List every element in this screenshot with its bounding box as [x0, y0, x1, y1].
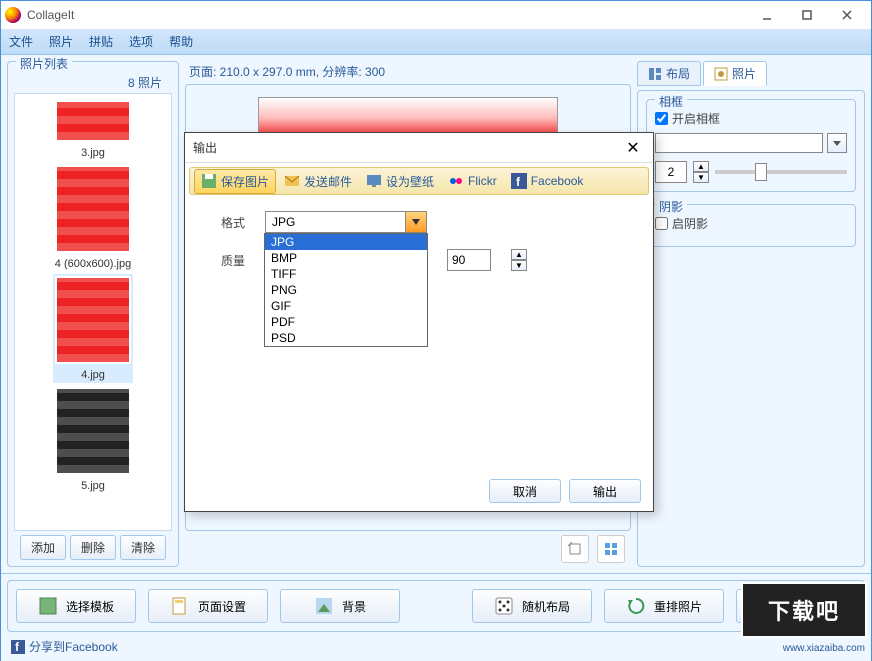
format-option[interactable]: GIF — [265, 298, 427, 314]
menu-help[interactable]: 帮助 — [169, 33, 193, 50]
format-value: JPG — [272, 215, 295, 229]
shadow-checkbox[interactable] — [655, 217, 668, 230]
photo-count: 8 照片 — [14, 72, 172, 93]
format-label: 格式 — [205, 214, 245, 231]
page-setup-button[interactable]: 页面设置 — [148, 589, 268, 623]
dice-icon — [494, 596, 514, 616]
app-icon — [5, 7, 21, 23]
thumbnail-image — [55, 100, 131, 142]
refresh-icon — [626, 596, 646, 616]
quality-input[interactable] — [447, 249, 491, 271]
dlg-tab-save[interactable]: 保存图片 — [194, 169, 276, 194]
photo-list-title: 照片列表 — [16, 55, 72, 72]
format-dropdown: JPG BMP TIFF PNG GIF PDF PSD — [264, 233, 428, 347]
layout-icon — [648, 67, 662, 81]
dlg-tab-wallpaper[interactable]: 设为壁纸 — [360, 170, 440, 193]
shadow-group: 阴影 启阴影 — [646, 204, 856, 247]
facebook-icon: f — [11, 640, 25, 654]
list-item[interactable]: 4.jpg — [53, 274, 133, 383]
thumbnail-label: 4.jpg — [55, 369, 131, 381]
list-item[interactable]: 4 (600x600).jpg — [53, 163, 133, 272]
tab-layout[interactable]: 布局 — [637, 61, 701, 86]
menu-photo[interactable]: 照片 — [49, 33, 73, 50]
thumbnail-image — [55, 387, 131, 475]
bg-icon — [314, 596, 334, 616]
facebook-icon: f — [511, 173, 527, 189]
thumbnail-label: 5.jpg — [55, 480, 131, 492]
format-combo[interactable]: JPG JPG BMP TIFF PNG GIF PDF PSD — [265, 211, 427, 233]
share-facebook-link[interactable]: f 分享到Facebook — [7, 638, 865, 655]
dlg-tab-flickr[interactable]: Flickr — [442, 170, 503, 192]
thumbnail-list: 3.jpg 4 (600x600).jpg 4.jpg 5.jpg — [14, 93, 172, 531]
dialog-close-button[interactable]: ✕ — [621, 136, 645, 160]
tab-layout-label: 布局 — [666, 65, 690, 82]
mail-icon — [284, 173, 300, 189]
maximize-button[interactable] — [787, 3, 827, 27]
thumbnail-label: 4 (600x600).jpg — [55, 258, 131, 270]
color-dropdown-button[interactable] — [827, 133, 847, 153]
photo-icon — [714, 67, 728, 81]
page-info: 页面: 210.0 x 297.0 mm, 分辨率: 300 — [185, 61, 631, 84]
monitor-icon — [366, 173, 382, 189]
ok-button[interactable]: 输出 — [569, 479, 641, 503]
template-icon — [38, 596, 58, 616]
chevron-down-icon[interactable] — [405, 211, 427, 233]
photo-list-panel: 照片列表 8 照片 3.jpg 4 (600x600).jpg 4.jpg 5.… — [7, 61, 179, 567]
delete-button[interactable]: 删除 — [70, 535, 116, 560]
menubar: 文件 照片 拼贴 选项 帮助 — [1, 29, 871, 55]
grid-icon[interactable] — [597, 535, 625, 563]
tab-photo-label: 照片 — [732, 65, 756, 82]
shadow-checkbox-label: 启阴影 — [672, 215, 708, 232]
quality-spin-up[interactable]: ▲ — [511, 249, 527, 260]
format-option[interactable]: PNG — [265, 282, 427, 298]
shadow-title: 阴影 — [655, 198, 687, 215]
save-icon — [201, 173, 217, 189]
frame-color[interactable] — [655, 133, 823, 153]
thumbnail-image — [55, 276, 131, 364]
background-button[interactable]: 背景 — [280, 589, 400, 623]
spin-up[interactable]: ▲ — [693, 161, 709, 172]
frame-group: 相框 开启相框 ▲▼ — [646, 99, 856, 192]
list-item[interactable]: 3.jpg — [53, 98, 133, 161]
cancel-button[interactable]: 取消 — [489, 479, 561, 503]
frame-title: 相框 — [655, 93, 687, 110]
flickr-icon — [448, 173, 464, 189]
spin-down[interactable]: ▼ — [693, 172, 709, 183]
dialog-title: 输出 — [193, 139, 621, 156]
close-button[interactable] — [827, 3, 867, 27]
frame-checkbox[interactable] — [655, 112, 668, 125]
random-layout-button[interactable]: 随机布局 — [472, 589, 592, 623]
menu-file[interactable]: 文件 — [9, 33, 33, 50]
frame-width-input[interactable] — [655, 161, 687, 183]
quality-label: 质量 — [205, 252, 245, 269]
format-option[interactable]: PSD — [265, 330, 427, 346]
rearrange-button[interactable]: 重排照片 — [604, 589, 724, 623]
frame-checkbox-label: 开启相框 — [672, 110, 720, 127]
menu-collage[interactable]: 拼贴 — [89, 33, 113, 50]
list-item[interactable]: 5.jpg — [53, 385, 133, 494]
format-option[interactable]: TIFF — [265, 266, 427, 282]
minimize-button[interactable] — [747, 3, 787, 27]
dlg-tab-mail[interactable]: 发送邮件 — [278, 170, 358, 193]
output-dialog: 输出 ✕ 保存图片 发送邮件 设为壁纸 Flickr fFacebook 格式 … — [184, 132, 654, 512]
app-title: CollageIt — [27, 8, 747, 22]
format-option[interactable]: BMP — [265, 250, 427, 266]
quality-spin-down[interactable]: ▼ — [511, 260, 527, 271]
clear-button[interactable]: 清除 — [120, 535, 166, 560]
watermark: 下载吧 — [741, 582, 867, 638]
format-option[interactable]: PDF — [265, 314, 427, 330]
template-button[interactable]: 选择模板 — [16, 589, 136, 623]
page-icon — [170, 596, 190, 616]
crop-icon[interactable] — [561, 535, 589, 563]
thumbnail-label: 3.jpg — [55, 147, 131, 159]
format-option[interactable]: JPG — [265, 234, 427, 250]
thumbnail-image — [55, 165, 131, 253]
menu-options[interactable]: 选项 — [129, 33, 153, 50]
dlg-tab-facebook[interactable]: fFacebook — [505, 170, 590, 192]
add-button[interactable]: 添加 — [20, 535, 66, 560]
tab-photo[interactable]: 照片 — [703, 61, 767, 86]
frame-slider[interactable] — [715, 170, 847, 174]
